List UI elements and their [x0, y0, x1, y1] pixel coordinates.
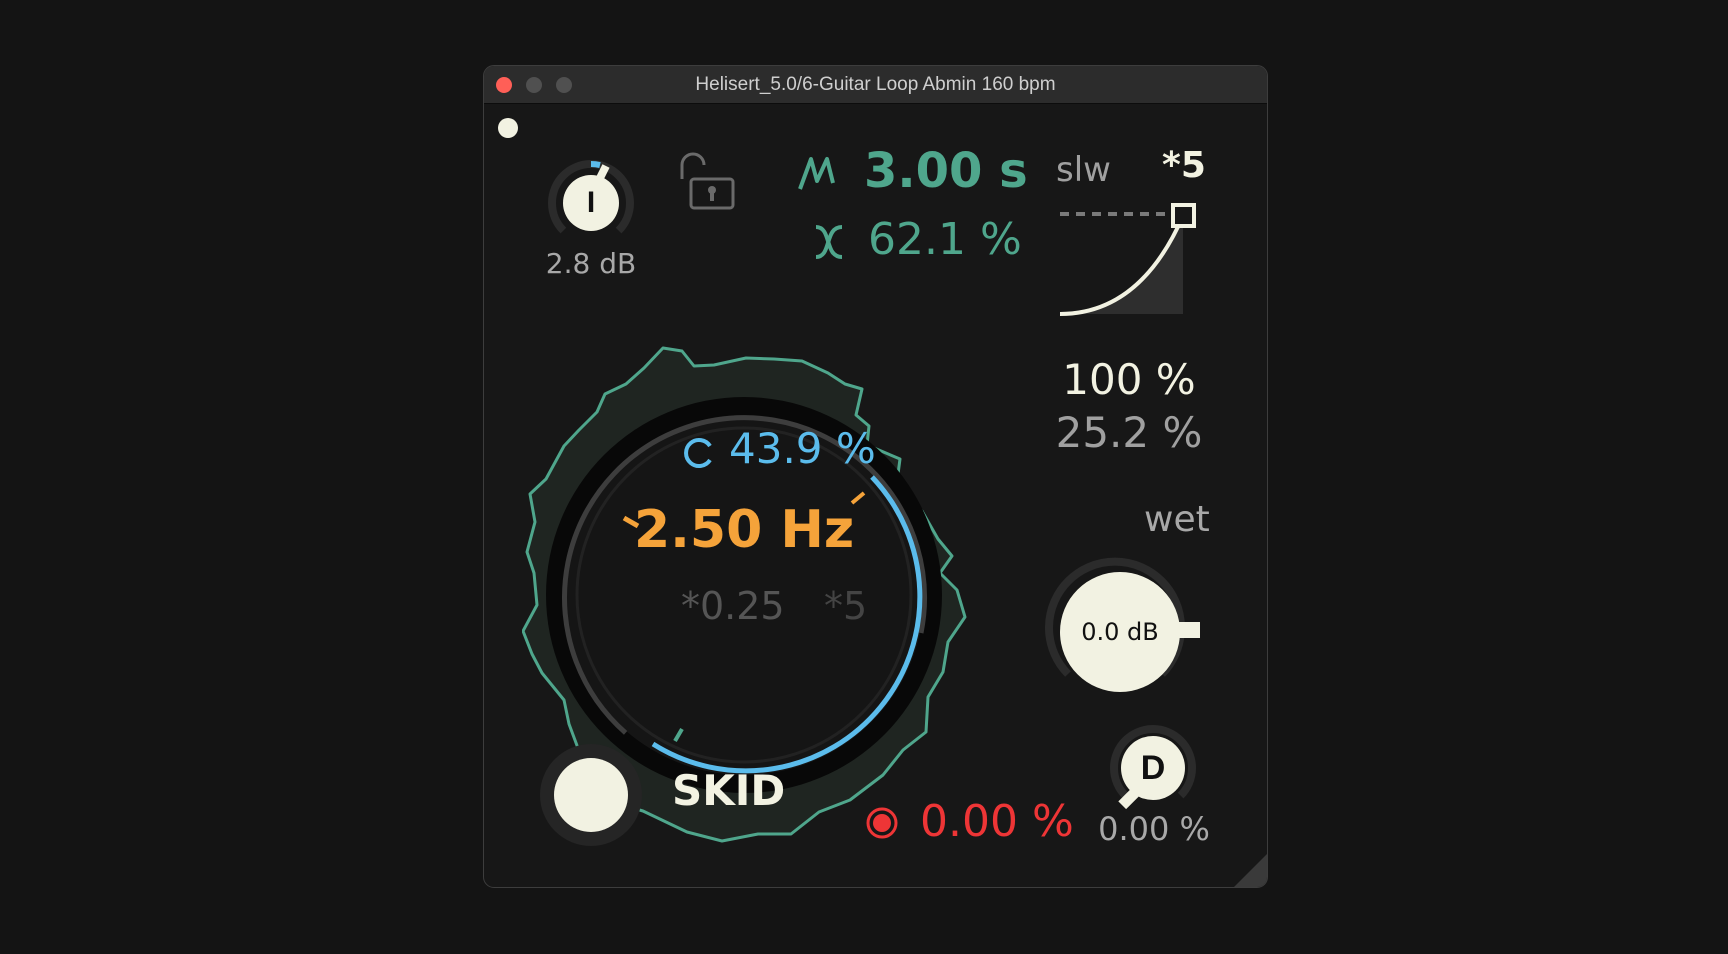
- skid-button[interactable]: [554, 758, 628, 832]
- slew-top-value[interactable]: 100 %: [1024, 355, 1234, 404]
- wet-knob-value: 0.0 dB: [1081, 618, 1159, 646]
- status-dot[interactable]: [498, 118, 518, 138]
- cycle-icon: [684, 438, 712, 468]
- mix-value[interactable]: 62.1 %: [868, 214, 1022, 265]
- slew-bottom-value[interactable]: 25.2 %: [1024, 408, 1234, 457]
- drive-value: 0.00 %: [1098, 810, 1210, 848]
- skid-label[interactable]: SKID: [672, 766, 785, 815]
- time-value[interactable]: 3.00 s: [864, 143, 1028, 199]
- input-knob-glyph: I: [586, 186, 596, 219]
- drive-knob-glyph: D: [1140, 748, 1166, 787]
- crossfade-icon: [815, 225, 843, 259]
- dial-multiplier-right[interactable]: *5: [824, 584, 867, 628]
- input-knob[interactable]: I: [563, 175, 619, 231]
- plugin-window: Helisert_5.0/6-Guitar Loop Abmin 160 bpm…: [483, 65, 1268, 888]
- dial-multiplier-left[interactable]: *0.25: [681, 584, 785, 628]
- record-icon[interactable]: [865, 806, 899, 840]
- unlocked-padlock-icon[interactable]: [677, 151, 739, 211]
- record-value[interactable]: 0.00 %: [920, 796, 1074, 847]
- wet-knob-pointer: [1176, 622, 1200, 638]
- wet-knob[interactable]: 0.0 dB: [1060, 572, 1180, 692]
- resize-handle[interactable]: [1232, 854, 1267, 887]
- slew-multiplier[interactable]: *5: [1162, 145, 1206, 186]
- slew-curve-graph[interactable]: [1055, 196, 1200, 321]
- slew-handle: [1171, 203, 1196, 228]
- title-bar: Helisert_5.0/6-Guitar Loop Abmin 160 bpm: [484, 66, 1267, 104]
- frequency-value[interactable]: 2.50 Hz: [634, 500, 854, 560]
- wet-label: wet: [1144, 499, 1210, 540]
- slew-label: slw: [1056, 150, 1111, 190]
- window-title: Helisert_5.0/6-Guitar Loop Abmin 160 bpm: [695, 74, 1056, 95]
- cycle-value[interactable]: 43.9 %: [729, 424, 876, 473]
- zigzag-icon: [798, 157, 835, 190]
